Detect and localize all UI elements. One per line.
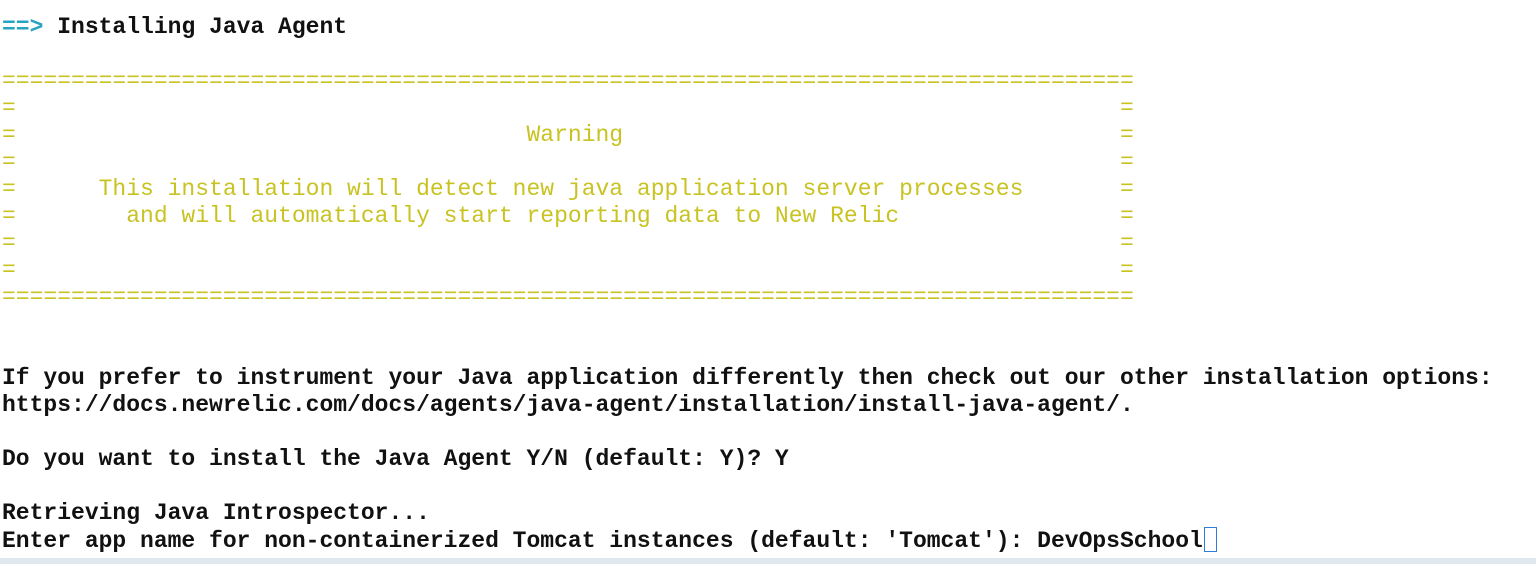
banner-message-row-1: = This installation will detect new java…	[2, 176, 1134, 202]
window-bottom-edge	[0, 558, 1536, 564]
banner-top-border: ========================================…	[2, 68, 1134, 94]
app-name-prompt: Enter app name for non-containerized Tom…	[2, 528, 1038, 554]
app-name-prompt-line[interactable]: Enter app name for non-containerized Tom…	[2, 527, 1534, 554]
install-prompt: Do you want to install the Java Agent Y/…	[2, 446, 789, 472]
banner-title-row: = Warning =	[2, 122, 1134, 148]
banner-blank-row: = =	[2, 149, 1134, 175]
text-cursor	[1203, 527, 1217, 552]
banner-blank-row: = =	[2, 95, 1134, 121]
banner-bottom-border: ========================================…	[2, 284, 1134, 310]
docs-url[interactable]: https://docs.newrelic.com/docs/agents/ja…	[2, 392, 1534, 419]
app-name-input[interactable]: DevOpsSchool	[1037, 528, 1203, 554]
arrow-prompt: ==>	[2, 14, 44, 40]
terminal-output[interactable]: ==> Installing Java Agent ==============…	[2, 14, 1534, 554]
banner-blank-row: = =	[2, 230, 1134, 256]
banner-blank-row: = =	[2, 257, 1134, 283]
installing-header: ==> Installing Java Agent	[2, 14, 1534, 41]
banner-message-row-2: = and will automatically start reporting…	[2, 203, 1134, 229]
prefer-instrument-text: If you prefer to instrument your Java ap…	[2, 365, 1493, 391]
retrieving-status: Retrieving Java Introspector...	[2, 500, 430, 526]
installing-title: Installing Java Agent	[43, 14, 348, 40]
